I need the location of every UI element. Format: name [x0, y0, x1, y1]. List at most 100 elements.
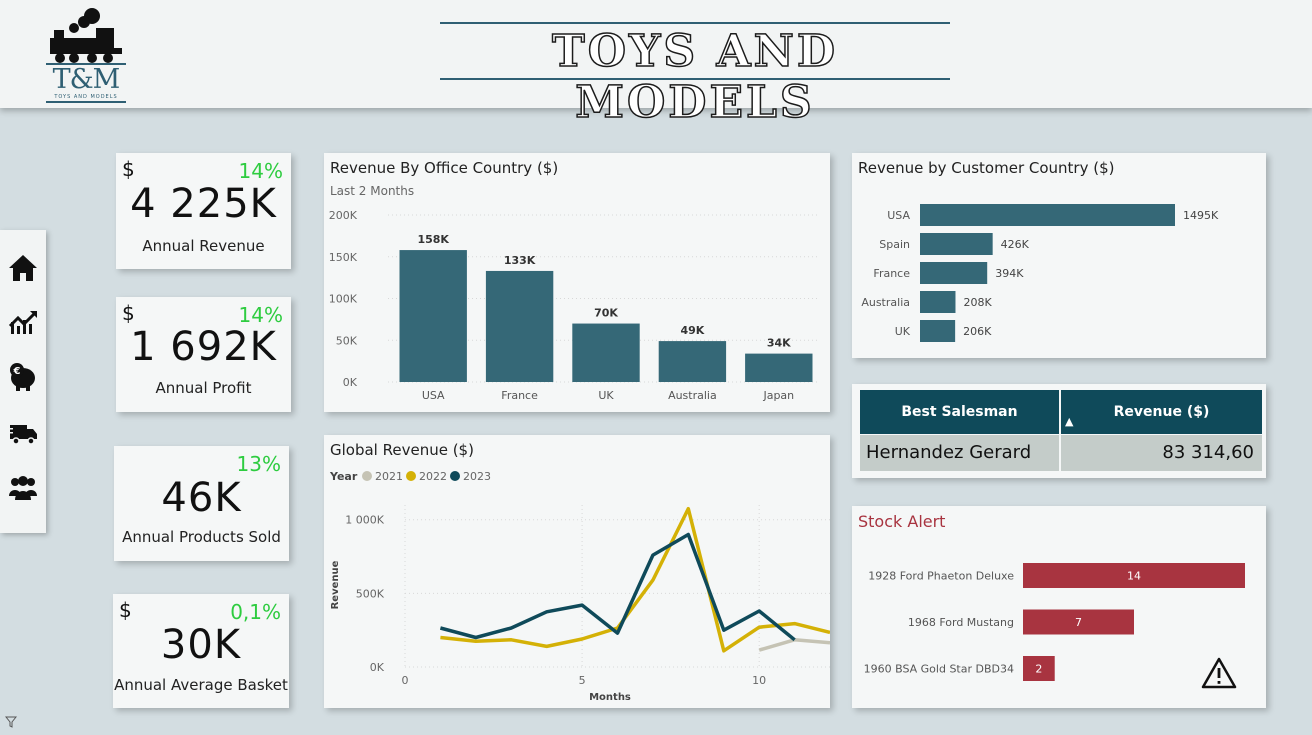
- warning-icon: [1201, 657, 1237, 689]
- line-series-2023: [439, 532, 796, 642]
- data-label: 49K: [680, 324, 704, 337]
- salesman-revenue-cell: 83 314,60: [1061, 435, 1262, 471]
- kpi-growth: 13%: [236, 452, 281, 476]
- column-header-revenue-label: Revenue ($): [1113, 404, 1210, 420]
- kpi-label: Annual Revenue: [142, 237, 265, 255]
- office-revenue-card: Revenue By Office Country ($) Last 2 Mon…: [324, 153, 830, 412]
- logo-subtext: TOYS AND MODELS: [54, 94, 118, 100]
- page-title-box: TOYS AND MODELS: [440, 22, 950, 129]
- data-label: 34K: [767, 337, 791, 350]
- y-tick-label: 0K: [370, 661, 385, 674]
- users-group-icon[interactable]: [7, 472, 39, 504]
- legend-label: 2021: [375, 470, 403, 483]
- kpi-card-products-sold: 13% 46K Annual Products Sold: [114, 446, 289, 561]
- x-tick-label: France: [501, 389, 538, 402]
- kpi-currency: $: [122, 157, 135, 181]
- data-label: 14: [1127, 570, 1141, 583]
- line-series-2022: [440, 506, 830, 653]
- home-icon[interactable]: [7, 252, 39, 284]
- y-tick-label: 1968 Ford Mustang: [908, 616, 1014, 629]
- title-rule-top: [440, 22, 950, 24]
- y-tick-label: 1 000K: [345, 514, 384, 527]
- filter-icon[interactable]: [5, 716, 17, 728]
- y-tick-label: 0K: [343, 376, 358, 389]
- trend-chart-icon[interactable]: [7, 306, 39, 338]
- page-title: TOYS AND MODELS: [551, 25, 839, 129]
- kpi-card-average-basket: $ 0,1% 30K Annual Average Basket: [113, 594, 289, 708]
- piggy-bank-euro-icon[interactable]: €: [7, 360, 39, 392]
- svg-text:€: €: [13, 366, 21, 377]
- bar-uk: [572, 323, 640, 382]
- stock-alert-card: Stock Alert 1928 Ford Phaeton Deluxe 14 19…: [852, 506, 1266, 708]
- y-tick-label: 1960 BSA Gold Star DBD34: [864, 663, 1014, 676]
- bar-france: [920, 262, 988, 284]
- logo-text: T&M: [52, 64, 121, 95]
- data-label: 1495K: [1183, 209, 1219, 222]
- bar-australia: [658, 341, 727, 382]
- title-rule-bottom: [440, 78, 950, 80]
- x-tick-label: 10: [752, 674, 766, 687]
- x-tick-label: Japan: [762, 389, 794, 402]
- data-label: 208K: [963, 296, 992, 309]
- kpi-currency: $: [122, 301, 135, 325]
- y-tick-label: USA: [887, 209, 910, 222]
- y-tick-label: France: [873, 267, 910, 280]
- x-tick-label: Australia: [668, 389, 717, 402]
- best-salesman-card: Best Salesman Revenue ($) ▲ Hernandez Ge…: [852, 384, 1266, 478]
- kpi-label: Annual Average Basket: [114, 676, 288, 694]
- kpi-card-profit: $ 14% 1 692K Annual Profit: [116, 297, 291, 412]
- data-label: 206K: [963, 325, 992, 338]
- y-tick-label: 100K: [329, 293, 358, 306]
- y-tick-label: UK: [895, 325, 911, 338]
- legend-label: 2023: [463, 470, 491, 483]
- y-tick-label: 150K: [329, 251, 358, 264]
- data-label: 394K: [995, 267, 1024, 280]
- customer-revenue-card: Revenue by Customer Country ($) USA 1495K…: [852, 153, 1266, 358]
- x-tick-label: 5: [579, 674, 586, 687]
- data-label: 133K: [504, 254, 536, 267]
- bar-uk: [920, 320, 956, 342]
- line-series-2021: [758, 638, 830, 652]
- legend-marker: [406, 471, 416, 481]
- global-revenue-line-chart: 0K 500K 1 000K 0 5 10 Months Revenue Year 2021 202…: [329, 470, 830, 703]
- legend-marker: [362, 471, 372, 481]
- legend-title: Year: [329, 470, 358, 483]
- office-bar-chart: 0K 50K 100K 150K 200K 158K USA 133K France 70K UK 4…: [329, 209, 820, 402]
- x-tick-label: 0: [402, 674, 409, 687]
- data-label: 426K: [1001, 238, 1030, 251]
- data-label: 2: [1035, 663, 1042, 676]
- x-tick-label: USA: [422, 389, 445, 402]
- bar-usa: [399, 250, 467, 382]
- legend-marker: [450, 471, 460, 481]
- header-bar: T&M TOYS AND MODELS TOYS AND MODELS: [0, 0, 1312, 129]
- delivery-truck-icon[interactable]: [7, 416, 39, 448]
- kpi-label: Annual Profit: [155, 379, 252, 397]
- bar-japan: [745, 353, 813, 382]
- kpi-growth: 14%: [238, 159, 283, 183]
- kpi-growth: 0,1%: [230, 600, 281, 624]
- data-label: 70K: [594, 307, 618, 320]
- global-revenue-card: Global Revenue ($) 0K 500K 1 000K 0 5 10 Month…: [324, 435, 830, 708]
- column-header-revenue[interactable]: Revenue ($) ▲: [1061, 390, 1262, 434]
- kpi-card-revenue: $ 14% 4 225K Annual Revenue: [116, 153, 291, 269]
- bar-spain: [920, 233, 993, 255]
- kpi-label: Annual Products Sold: [122, 528, 281, 546]
- salesman-name-cell: Hernandez Gerard: [860, 435, 1059, 471]
- kpi-value: 30K: [160, 622, 242, 668]
- y-tick-label: 500K: [356, 587, 385, 600]
- column-header-salesman[interactable]: Best Salesman: [860, 390, 1059, 434]
- x-axis-title: Months: [589, 692, 631, 703]
- best-salesman-table: Best Salesman Revenue ($) ▲ Hernandez Ge…: [860, 390, 1262, 472]
- kpi-value: 46K: [161, 475, 242, 521]
- legend-label: 2022: [419, 470, 447, 483]
- kpi-value: 4 225K: [130, 181, 277, 227]
- bar-australia: [920, 291, 956, 313]
- x-tick-label: UK: [598, 389, 614, 402]
- y-tick-label: 50K: [336, 334, 358, 347]
- y-axis-title: Revenue: [330, 560, 341, 609]
- side-navigation: €: [0, 230, 46, 533]
- y-tick-label: Australia: [861, 296, 910, 309]
- bar-usa: [920, 204, 1175, 226]
- kpi-currency: $: [119, 598, 132, 622]
- y-tick-label: 200K: [329, 209, 358, 222]
